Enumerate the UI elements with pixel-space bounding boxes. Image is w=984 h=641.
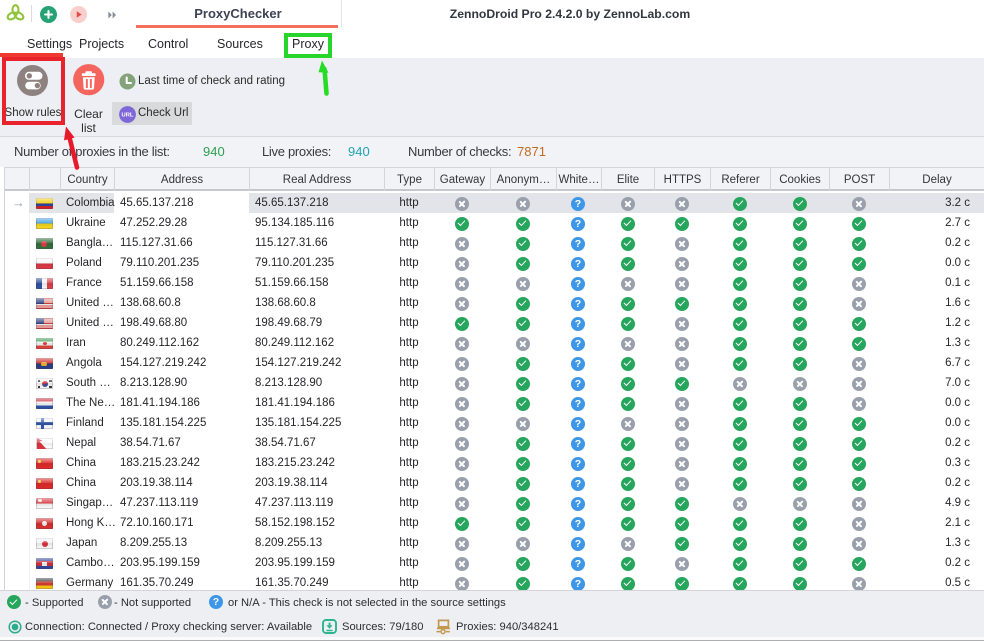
svg-text:URL: URL xyxy=(122,113,134,119)
